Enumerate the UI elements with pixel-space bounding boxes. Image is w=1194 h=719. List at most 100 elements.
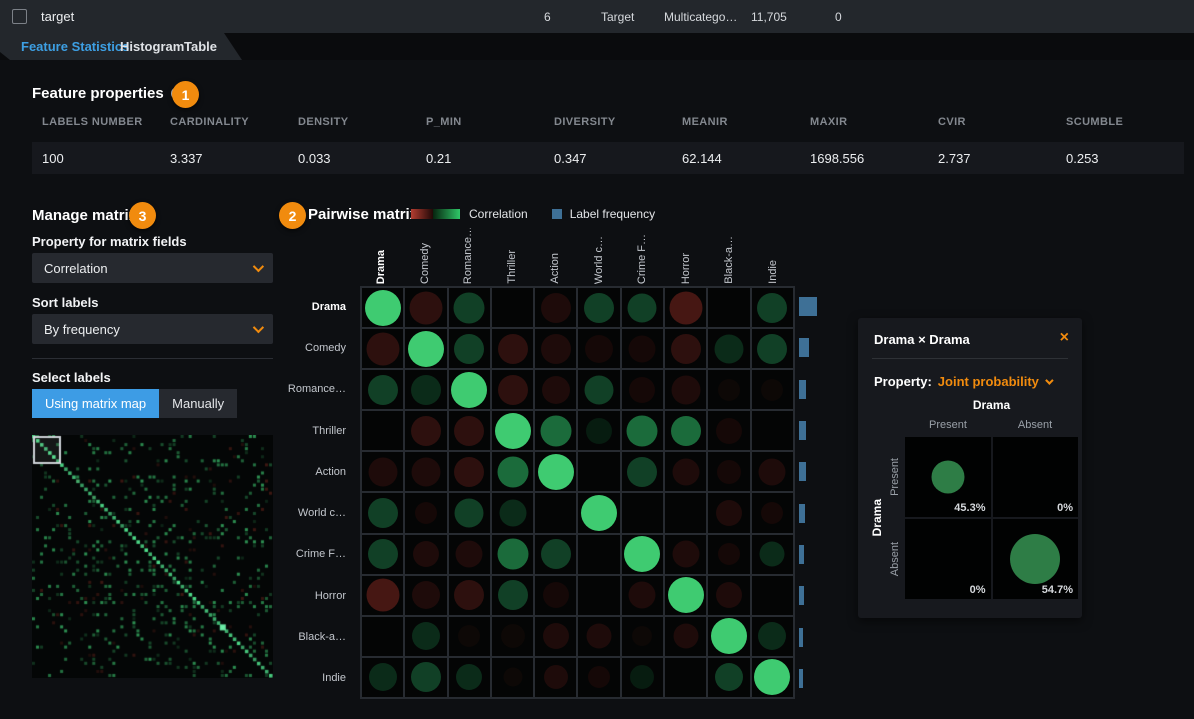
matrix-cell[interactable]	[752, 452, 793, 491]
matrix-cell[interactable]	[449, 370, 490, 409]
matrix-cell[interactable]	[535, 576, 576, 615]
matrix-cell[interactable]	[492, 370, 533, 409]
matrix-cell[interactable]	[622, 288, 663, 327]
matrix-cell[interactable]	[665, 535, 706, 574]
matrix-cell[interactable]	[362, 493, 403, 532]
matrix-cell[interactable]	[535, 658, 576, 697]
matrix-cell[interactable]	[535, 288, 576, 327]
matrix-cell[interactable]	[405, 370, 446, 409]
matrix-cell[interactable]	[752, 370, 793, 409]
matrix-cell[interactable]	[362, 617, 403, 656]
matrix-column-label[interactable]: Comedy	[404, 228, 448, 284]
matrix-cell[interactable]	[405, 658, 446, 697]
matrix-cell[interactable]	[492, 493, 533, 532]
matrix-cell[interactable]	[665, 411, 706, 450]
matrix-cell[interactable]	[362, 288, 403, 327]
matrix-cell[interactable]	[492, 452, 533, 491]
matrix-cell[interactable]	[535, 370, 576, 409]
matrix-cell[interactable]	[752, 535, 793, 574]
matrix-cell[interactable]	[622, 617, 663, 656]
matrix-cell[interactable]	[665, 493, 706, 532]
matrix-column-label[interactable]: Thriller	[491, 228, 535, 284]
matrix-cell[interactable]	[708, 452, 749, 491]
matrix-cell[interactable]	[578, 452, 619, 491]
matrix-cell[interactable]	[362, 370, 403, 409]
matrix-cell[interactable]	[535, 617, 576, 656]
matrix-cell[interactable]	[362, 658, 403, 697]
matrix-row-label[interactable]: Thriller	[248, 410, 354, 451]
matrix-column-label[interactable]: Crime F…	[621, 228, 665, 284]
matrix-cell[interactable]	[708, 370, 749, 409]
matrix-cell[interactable]	[578, 411, 619, 450]
matrix-cell[interactable]	[752, 493, 793, 532]
matrix-cell[interactable]	[362, 329, 403, 368]
matrix-cell[interactable]	[622, 329, 663, 368]
matrix-cell[interactable]	[405, 288, 446, 327]
matrix-row-label[interactable]: Indie	[248, 658, 354, 699]
matrix-row-label[interactable]: Comedy	[248, 327, 354, 368]
matrix-cell[interactable]	[405, 535, 446, 574]
matrix-cell[interactable]	[622, 576, 663, 615]
matrix-cell[interactable]	[578, 288, 619, 327]
matrix-cell[interactable]	[578, 329, 619, 368]
matrix-cell[interactable]	[535, 329, 576, 368]
matrix-cell[interactable]	[449, 329, 490, 368]
matrix-cell[interactable]	[708, 658, 749, 697]
matrix-cell[interactable]	[665, 658, 706, 697]
matrix-cell[interactable]	[665, 329, 706, 368]
matrix-cell[interactable]	[535, 535, 576, 574]
matrix-column-label[interactable]: Black-a…	[708, 228, 752, 284]
matrix-cell[interactable]	[362, 535, 403, 574]
matrix-cell[interactable]	[449, 617, 490, 656]
matrix-cell[interactable]	[752, 576, 793, 615]
matrix-cell[interactable]	[405, 452, 446, 491]
matrix-row-label[interactable]: Crime F…	[248, 534, 354, 575]
matrix-cell[interactable]	[665, 617, 706, 656]
matrix-cell[interactable]	[578, 535, 619, 574]
matrix-cell[interactable]	[405, 493, 446, 532]
sort-dropdown[interactable]: By frequency	[32, 314, 273, 344]
matrix-cell[interactable]	[535, 452, 576, 491]
matrix-cell[interactable]	[665, 288, 706, 327]
matrix-row-label[interactable]: Drama	[248, 286, 354, 327]
matrix-cell[interactable]	[492, 411, 533, 450]
matrix-column-label[interactable]: Drama	[360, 228, 404, 284]
matrix-cell[interactable]	[622, 411, 663, 450]
matrix-cell[interactable]	[752, 617, 793, 656]
matrix-cell[interactable]	[405, 411, 446, 450]
matrix-cell[interactable]	[578, 493, 619, 532]
matrix-cell[interactable]	[492, 617, 533, 656]
matrix-cell[interactable]	[449, 535, 490, 574]
matrix-cell[interactable]	[752, 411, 793, 450]
matrix-cell[interactable]	[362, 411, 403, 450]
matrix-cell[interactable]	[535, 411, 576, 450]
matrix-cell[interactable]	[578, 370, 619, 409]
matrix-cell[interactable]	[622, 535, 663, 574]
panel-property-selector[interactable]: Joint probability	[938, 374, 1039, 389]
matrix-cell[interactable]	[708, 576, 749, 615]
matrix-row-label[interactable]: Action	[248, 451, 354, 492]
matrix-cell[interactable]	[362, 452, 403, 491]
matrix-cell[interactable]	[449, 452, 490, 491]
toggle-manually[interactable]: Manually	[159, 389, 237, 418]
matrix-cell[interactable]	[362, 576, 403, 615]
matrix-cell[interactable]	[449, 576, 490, 615]
matrix-cell[interactable]	[622, 658, 663, 697]
matrix-cell[interactable]	[492, 535, 533, 574]
matrix-column-label[interactable]: World c…	[578, 228, 622, 284]
matrix-cell[interactable]	[535, 493, 576, 532]
tab-table[interactable]: Table	[184, 39, 217, 54]
matrix-cell[interactable]	[405, 576, 446, 615]
matrix-cell[interactable]	[708, 411, 749, 450]
tab-feature-statistics[interactable]: Feature Statistics	[21, 39, 129, 54]
matrix-row-label[interactable]: Horror	[248, 575, 354, 616]
matrix-cell[interactable]	[708, 329, 749, 368]
matrix-column-label[interactable]: Action	[534, 228, 578, 284]
matrix-map[interactable]	[32, 435, 273, 678]
matrix-cell[interactable]	[492, 288, 533, 327]
matrix-cell[interactable]	[492, 576, 533, 615]
toggle-using-matrix-map[interactable]: Using matrix map	[32, 389, 159, 418]
matrix-cell[interactable]	[752, 329, 793, 368]
matrix-row-label[interactable]: World c…	[248, 492, 354, 533]
matrix-cell[interactable]	[622, 452, 663, 491]
